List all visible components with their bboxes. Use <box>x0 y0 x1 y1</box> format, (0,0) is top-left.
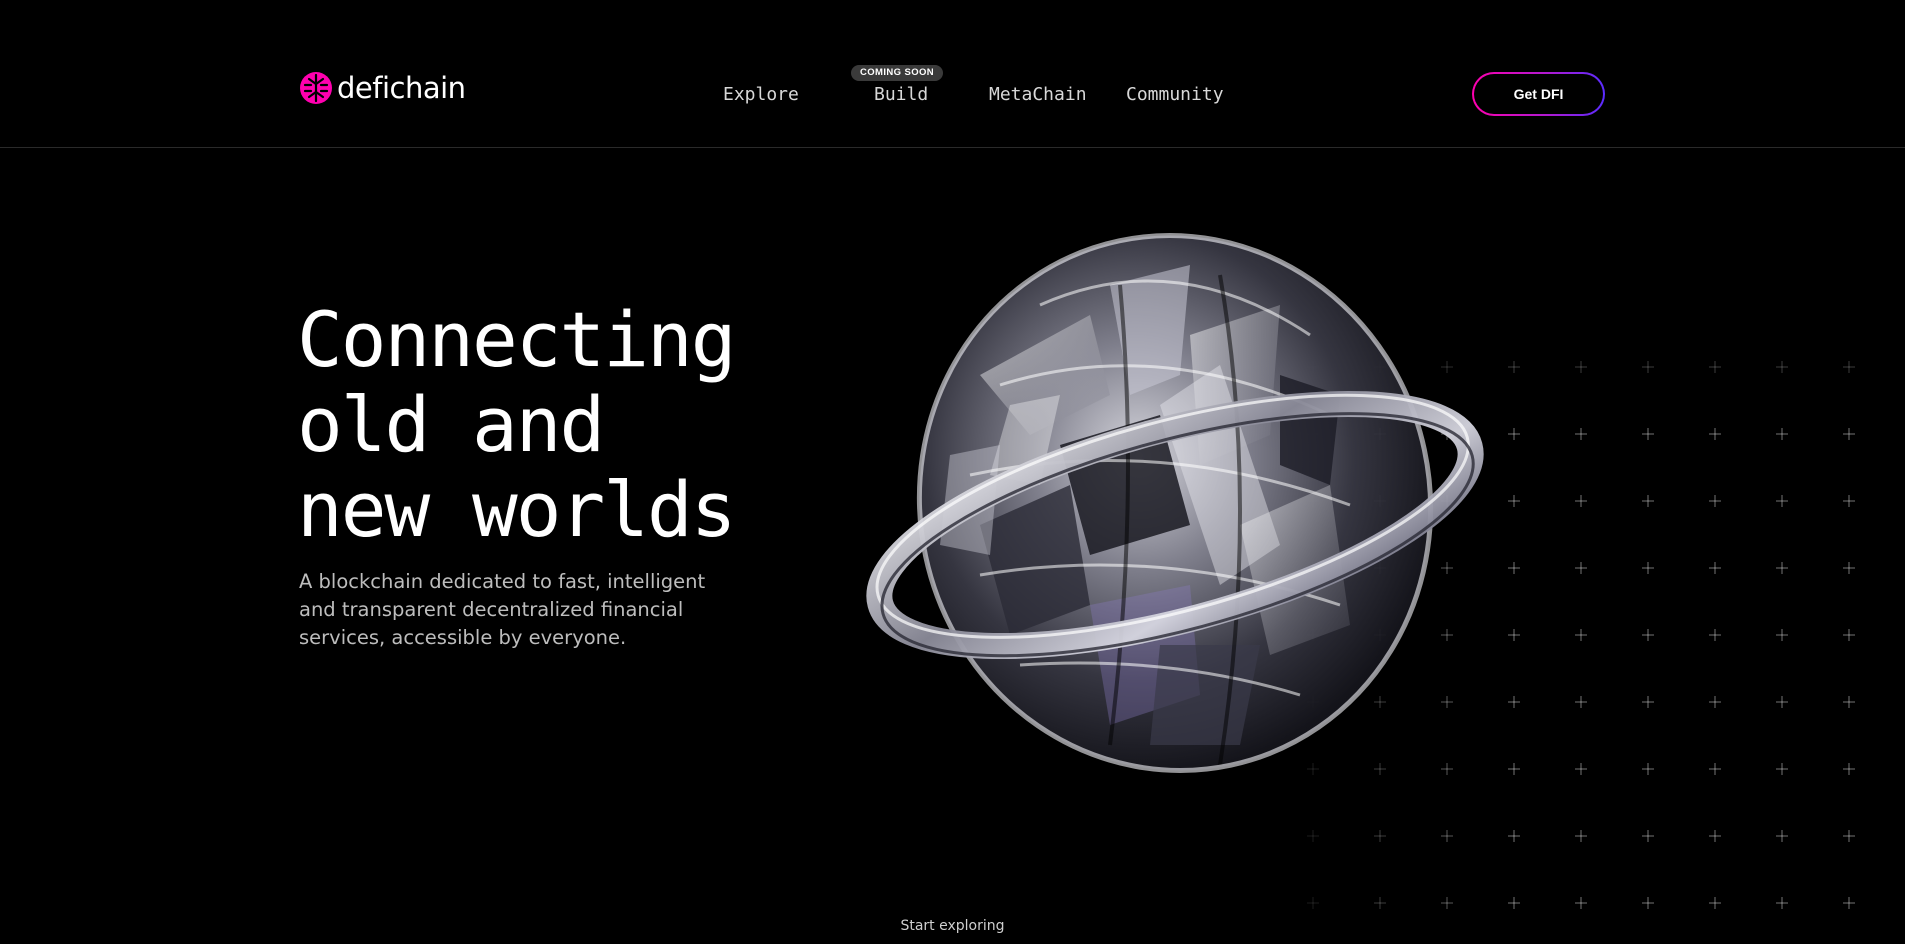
coming-soon-badge: COMING SOON <box>851 65 944 81</box>
nav-item-explore[interactable]: Explore <box>723 82 799 108</box>
nav-item-build[interactable]: Build <box>874 82 928 108</box>
landing-page: defichain COMING SOON Explore Build Meta… <box>0 0 1905 944</box>
nav-item-metachain[interactable]: MetaChain <box>989 82 1087 108</box>
get-dfi-label: Get DFI <box>1474 74 1603 114</box>
scroll-hint: Start exploring <box>0 918 1905 934</box>
hero-title-line: Connecting <box>297 295 737 384</box>
hero-subtitle: A blockchain dedicated to fast, intellig… <box>299 568 739 652</box>
nav-item-community[interactable]: Community <box>1126 82 1224 108</box>
hero-subtitle-line: and transparent decentralized financial <box>299 598 684 621</box>
hero-title-line: new worlds <box>297 465 737 554</box>
main-nav: Explore Build MetaChain Community <box>0 82 1905 108</box>
glass-sphere-ring-illustration <box>866 233 1484 773</box>
hero-title-line: old and <box>297 380 605 469</box>
site-header: defichain COMING SOON Explore Build Meta… <box>0 0 1905 148</box>
get-dfi-button[interactable]: Get DFI <box>1472 72 1605 116</box>
hero-subtitle-line: services, accessible by everyone. <box>299 626 627 649</box>
hero-subtitle-line: A blockchain dedicated to fast, intellig… <box>299 570 706 593</box>
start-exploring-link[interactable]: Start exploring <box>900 918 1004 934</box>
hero-title: Connecting old and new worlds <box>297 295 737 554</box>
